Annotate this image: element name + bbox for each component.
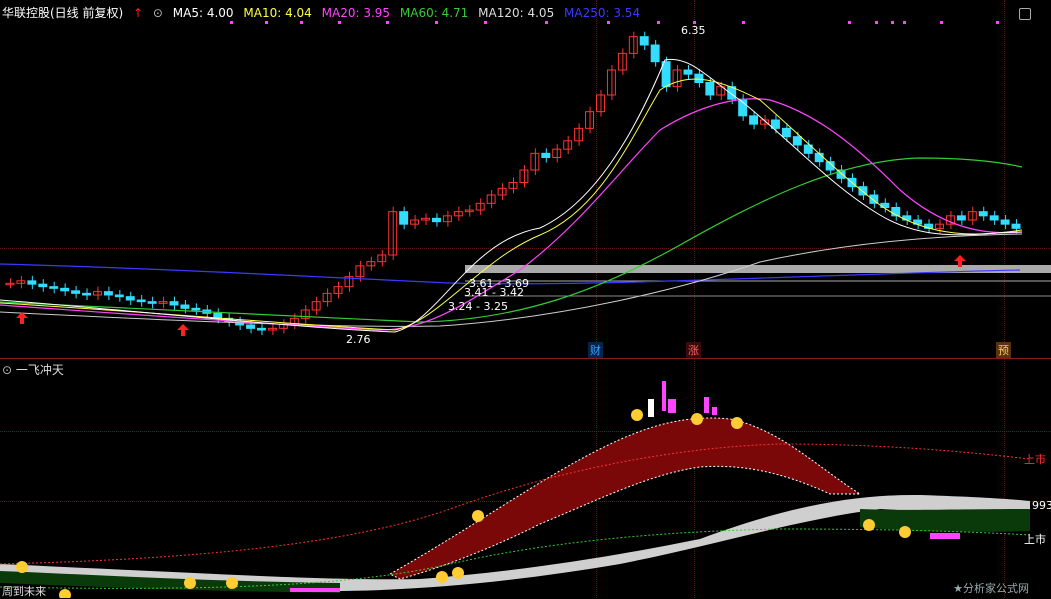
event-forecast-tag[interactable]: 预 <box>996 342 1011 358</box>
candle <box>650 44 660 63</box>
candle <box>114 294 124 298</box>
candle <box>694 73 704 83</box>
candle <box>606 69 616 96</box>
buy-arrow-icon <box>16 312 28 324</box>
candlestick-chart[interactable] <box>0 0 1051 358</box>
peak-bars <box>648 381 717 417</box>
chart-header: 华联控股(日线 前复权) ↑ ⊙ MA5: 4.00 MA10: 4.04 MA… <box>2 4 646 21</box>
candle <box>814 152 824 163</box>
candle <box>628 36 638 54</box>
candle <box>257 327 266 331</box>
maximize-icon[interactable] <box>1019 8 1031 20</box>
buy-arrow-icon <box>177 324 189 336</box>
candle <box>82 292 91 296</box>
indicator-pane[interactable]: ⊙ 一飞冲天 上市 993 上市 周到未来 ★分析家公式网 <box>0 358 1051 598</box>
candle <box>989 215 999 221</box>
up-arrow-icon: ↑ <box>133 6 144 20</box>
candle <box>180 304 190 309</box>
watermark: ★分析家公式网 <box>953 582 1029 595</box>
candle <box>60 287 70 292</box>
candle <box>519 169 529 183</box>
candle <box>978 211 988 217</box>
ma20-label: MA20: 3.95 <box>321 6 391 20</box>
right-bottom-label: 上市 <box>1024 533 1046 546</box>
candle <box>672 69 682 88</box>
candle <box>792 136 802 146</box>
level-label: 3.24 - 3.25 <box>448 300 508 313</box>
candle <box>683 69 693 75</box>
candle <box>399 211 409 225</box>
candle <box>246 324 256 329</box>
candle <box>103 291 113 296</box>
ma250-label: MA250: 3.54 <box>564 6 641 20</box>
level-label: 3.41 - 3.42 <box>464 286 524 299</box>
settings-circle-icon[interactable]: ⊙ <box>2 363 12 377</box>
event-rise-tag[interactable]: 涨 <box>686 342 701 358</box>
ma5-label: MA5: 4.00 <box>172 6 234 20</box>
candle <box>770 119 780 129</box>
candle <box>705 82 715 96</box>
candle <box>956 215 966 221</box>
ma120-label: MA120: 4.05 <box>478 6 555 20</box>
candle <box>967 211 977 221</box>
candle <box>639 36 649 46</box>
indicator-header: ⊙ 一飞冲天 <box>2 361 64 378</box>
candle <box>27 280 37 285</box>
ma60-label: MA60: 4.71 <box>399 6 469 20</box>
candle <box>38 283 48 288</box>
candle <box>585 111 595 129</box>
event-finance-tag[interactable]: 财 <box>588 342 603 358</box>
right-top-label: 上市 <box>1024 453 1046 466</box>
candle <box>125 296 135 301</box>
candle <box>1011 223 1021 229</box>
high-price-label: 6.35 <box>681 24 706 37</box>
candle <box>136 299 146 303</box>
indicator-chart[interactable] <box>0 359 1051 598</box>
candle <box>1000 219 1010 225</box>
candle <box>191 307 201 311</box>
stock-title: 华联控股(日线 前复权) <box>2 6 124 20</box>
candle <box>169 301 179 306</box>
green-band <box>860 509 1030 532</box>
candle <box>71 290 81 294</box>
price-pane[interactable]: 华联控股(日线 前复权) ↑ ⊙ MA5: 4.00 MA10: 4.04 MA… <box>0 0 1051 358</box>
low-price-label: 2.76 <box>346 333 371 346</box>
settings-circle-icon[interactable]: ⊙ <box>153 6 163 20</box>
candle <box>661 61 671 88</box>
candle <box>541 152 551 158</box>
signal-dots <box>230 21 999 24</box>
ma10-label: MA10: 4.04 <box>243 6 312 20</box>
candle <box>563 140 573 150</box>
candle <box>431 217 441 223</box>
indicator-title: 一飞冲天 <box>15 363 64 377</box>
candle <box>749 115 759 125</box>
candle <box>147 301 157 304</box>
candle <box>781 127 791 138</box>
right-value-label: 993 <box>1032 499 1051 512</box>
candle <box>49 286 59 289</box>
